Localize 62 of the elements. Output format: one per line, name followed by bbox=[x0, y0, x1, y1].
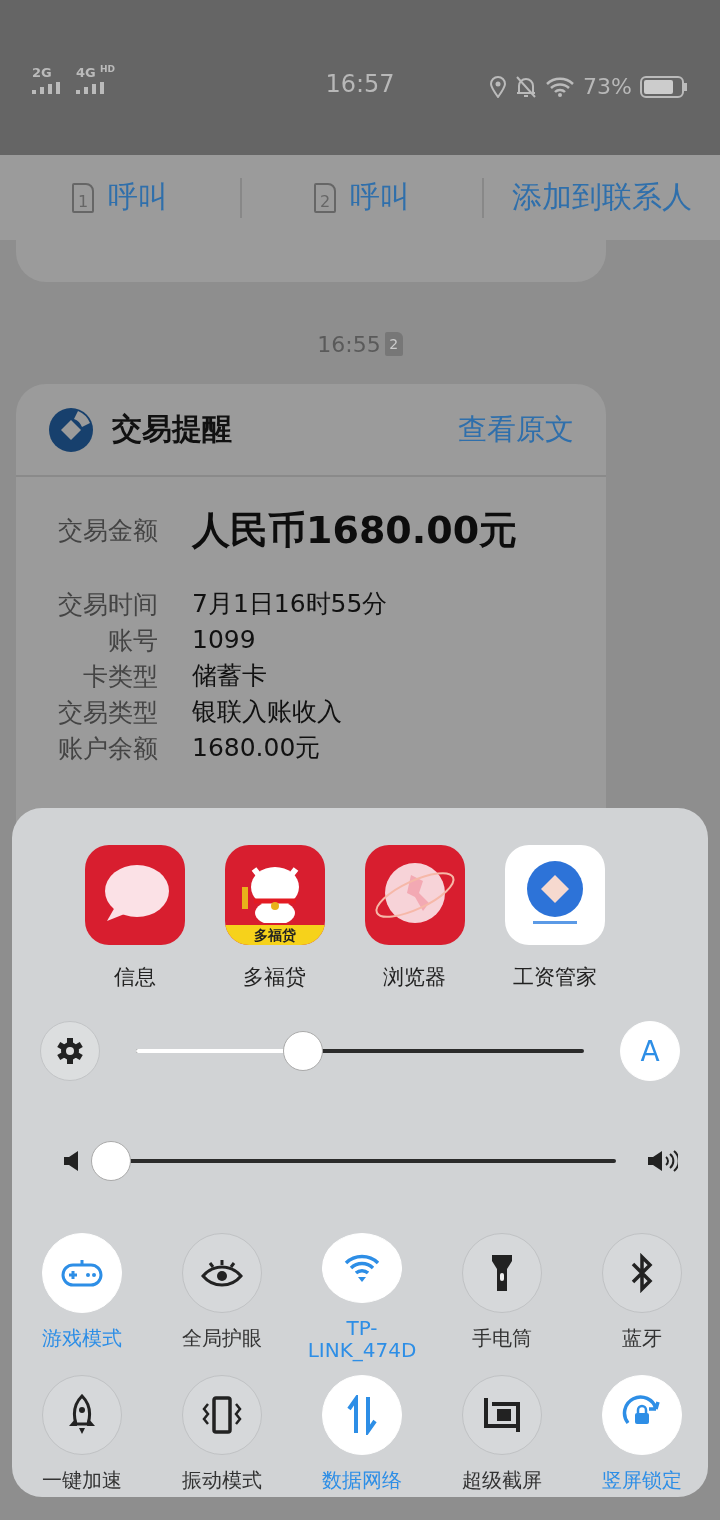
toggle-label: 蓝牙 bbox=[621, 1327, 663, 1349]
clock: 16:57 bbox=[324, 70, 396, 98]
toggle-label: 振动模式 bbox=[181, 1469, 263, 1491]
toggle-label: 一键加速 bbox=[41, 1469, 123, 1491]
toggle-label: 手电筒 bbox=[471, 1327, 533, 1349]
logo-icon bbox=[48, 406, 94, 453]
auto-brightness-button[interactable]: A bbox=[620, 1021, 680, 1081]
app-label: 多福贷 bbox=[243, 964, 306, 991]
signal-icon bbox=[76, 82, 104, 94]
data-arrows-icon bbox=[346, 1395, 378, 1435]
field-label: 交易类型 bbox=[57, 696, 158, 729]
network-type-label: HD bbox=[100, 64, 115, 74]
app-icon[interactable]: 多福贷 bbox=[224, 845, 325, 945]
field-value: 7月1日16时55分 bbox=[192, 588, 388, 620]
field-label: 交易时间 bbox=[57, 588, 158, 621]
vibrate-icon bbox=[200, 1396, 244, 1434]
network-label: 2G bbox=[32, 66, 52, 80]
rocket-icon bbox=[66, 1394, 98, 1436]
bell-muted-icon bbox=[515, 74, 538, 99]
app-label: 工资管家 bbox=[512, 964, 597, 991]
diamond-app-icon[interactable] bbox=[504, 845, 605, 945]
app-label: 浏览器 bbox=[383, 964, 446, 991]
slider-thumb[interactable] bbox=[282, 1031, 323, 1071]
battery-icon bbox=[640, 75, 688, 98]
field-label: 交易金额 bbox=[57, 515, 158, 547]
action-button[interactable]: 添加到联系人 bbox=[484, 177, 720, 218]
flashlight-icon bbox=[490, 1253, 514, 1293]
toggle-label: 游戏模式 bbox=[41, 1327, 123, 1349]
toggle-label: 竖屏锁定 bbox=[601, 1469, 683, 1491]
eye-icon bbox=[200, 1257, 244, 1289]
field-value: 1099 bbox=[192, 624, 256, 656]
location-icon bbox=[489, 75, 508, 98]
app-icon-text: 多福贷 bbox=[224, 925, 325, 945]
gamepad-icon bbox=[60, 1257, 104, 1289]
toggle-label: TP-LINK_474D bbox=[306, 1317, 418, 1361]
signal-icon bbox=[32, 82, 60, 94]
toggle-label: 全局护眼 bbox=[181, 1327, 263, 1349]
wifi-icon bbox=[545, 75, 576, 98]
battery-percent: 73% bbox=[583, 74, 632, 99]
field-value: 储蓄卡 bbox=[192, 660, 267, 692]
globe-app-icon[interactable] bbox=[364, 845, 465, 945]
toggle-label: 数据网络 bbox=[321, 1469, 403, 1491]
screenshot-icon bbox=[482, 1396, 522, 1434]
settings-icon bbox=[55, 1036, 85, 1066]
view-original-link[interactable]: 查看原文 bbox=[458, 409, 574, 450]
toggle-label: 超级截屏 bbox=[461, 1469, 543, 1491]
field-value: 银联入账收入 bbox=[192, 696, 342, 728]
amount-value: 人民币1680.00元 bbox=[192, 507, 518, 554]
volume-low-icon bbox=[62, 1150, 80, 1172]
field-value: 1680.00元 bbox=[192, 732, 321, 764]
app-label: 信息 bbox=[113, 964, 156, 991]
chat-app-icon[interactable] bbox=[84, 845, 185, 945]
field-label: 账号 bbox=[107, 624, 158, 657]
sim-badge: 2 bbox=[384, 332, 403, 356]
wifi-icon bbox=[344, 1253, 380, 1283]
slider-thumb[interactable] bbox=[91, 1141, 131, 1181]
volume-high-icon bbox=[646, 1149, 678, 1173]
field-label: 卡类型 bbox=[82, 660, 158, 693]
network-label: 4G bbox=[76, 66, 96, 80]
card-title: 交易提醒 bbox=[112, 410, 232, 448]
field-label: 账户余额 bbox=[57, 732, 158, 765]
bluetooth-icon bbox=[630, 1253, 654, 1293]
